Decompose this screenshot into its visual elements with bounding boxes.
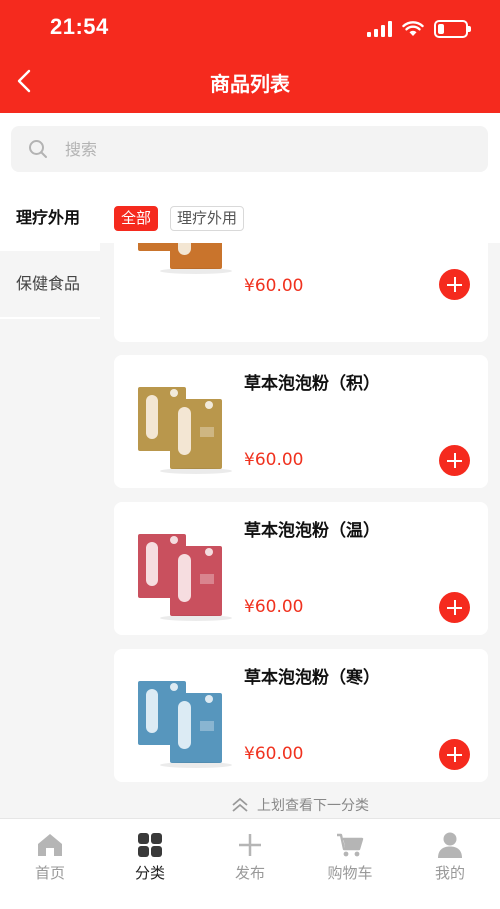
sidebar-item-health-food[interactable]: 保健食品	[0, 251, 100, 319]
filter-chip-category[interactable]: 理疗外用	[170, 206, 245, 231]
product-name: 草本泡泡粉（积）	[244, 374, 380, 394]
product-card[interactable]: 草本泡泡粉（积） ¥60.00	[114, 355, 488, 488]
status-bar: 21:54	[0, 0, 500, 56]
product-image	[138, 534, 232, 621]
plus-icon	[239, 834, 261, 856]
tab-me[interactable]: 我的	[400, 819, 500, 889]
tab-label: 发布	[234, 864, 265, 882]
product-name: 草本泡泡粉（温）	[244, 521, 380, 541]
sidebar-item-physio[interactable]: 理疗外用	[0, 185, 100, 251]
add-to-cart-button[interactable]	[439, 445, 470, 476]
product-price: ¥60.00	[244, 744, 304, 764]
home-icon	[38, 834, 62, 856]
filter-row: 全部 理疗外用	[100, 185, 500, 243]
product-image	[138, 387, 232, 474]
product-name: 草本泡泡粉（寒）	[244, 668, 380, 688]
tab-category[interactable]: 分类	[100, 819, 200, 889]
search-box[interactable]	[11, 126, 488, 172]
tab-home[interactable]: 首页	[0, 819, 100, 889]
product-card[interactable]: 草本泡泡粉（寒） ¥60.00	[114, 649, 488, 782]
double-chevron-up-icon	[232, 797, 248, 812]
category-grid-icon	[138, 833, 162, 857]
product-card[interactable]: 草本泡泡粉（温） ¥60.00	[114, 502, 488, 635]
tab-publish[interactable]: 发布	[200, 819, 300, 889]
scroll-hint-label: 上划查看下一分类	[257, 798, 369, 814]
cart-icon	[337, 833, 364, 857]
battery-icon	[434, 20, 471, 38]
product-image	[138, 681, 232, 768]
category-sidebar: 理疗外用 保健食品	[0, 185, 100, 818]
tab-label: 购物车	[327, 864, 373, 882]
tab-label: 首页	[34, 864, 65, 882]
add-to-cart-button[interactable]	[439, 592, 470, 623]
product-price: ¥60.00	[244, 450, 304, 470]
product-price: ¥60.00	[244, 597, 304, 617]
search-icon	[29, 140, 47, 158]
app-header: 21:54 商品列表	[0, 0, 500, 113]
filter-chip-all[interactable]: 全部	[114, 206, 159, 231]
search-area	[0, 113, 500, 185]
wifi-icon	[402, 21, 424, 36]
status-time: 21:54	[50, 14, 109, 39]
bottom-tab-bar: 首页 分类 发布 购物车 我的	[0, 818, 500, 909]
tab-cart[interactable]: 购物车	[300, 819, 400, 889]
product-price: ¥60.00	[244, 276, 304, 296]
user-icon	[438, 832, 462, 858]
add-to-cart-button[interactable]	[439, 739, 470, 770]
tab-label: 我的	[434, 864, 465, 882]
status-icons	[367, 18, 471, 40]
scroll-hint: 上划查看下一分类	[100, 793, 500, 817]
page-title: 商品列表	[210, 72, 290, 96]
product-list-area: 全部 理疗外用 ¥60.00 草本泡泡粉（积） ¥60.00 草本泡泡粉（温） …	[100, 185, 500, 818]
tab-label: 分类	[134, 864, 165, 882]
add-to-cart-button[interactable]	[439, 269, 470, 300]
signal-icon	[367, 21, 392, 37]
search-input[interactable]	[65, 126, 465, 172]
